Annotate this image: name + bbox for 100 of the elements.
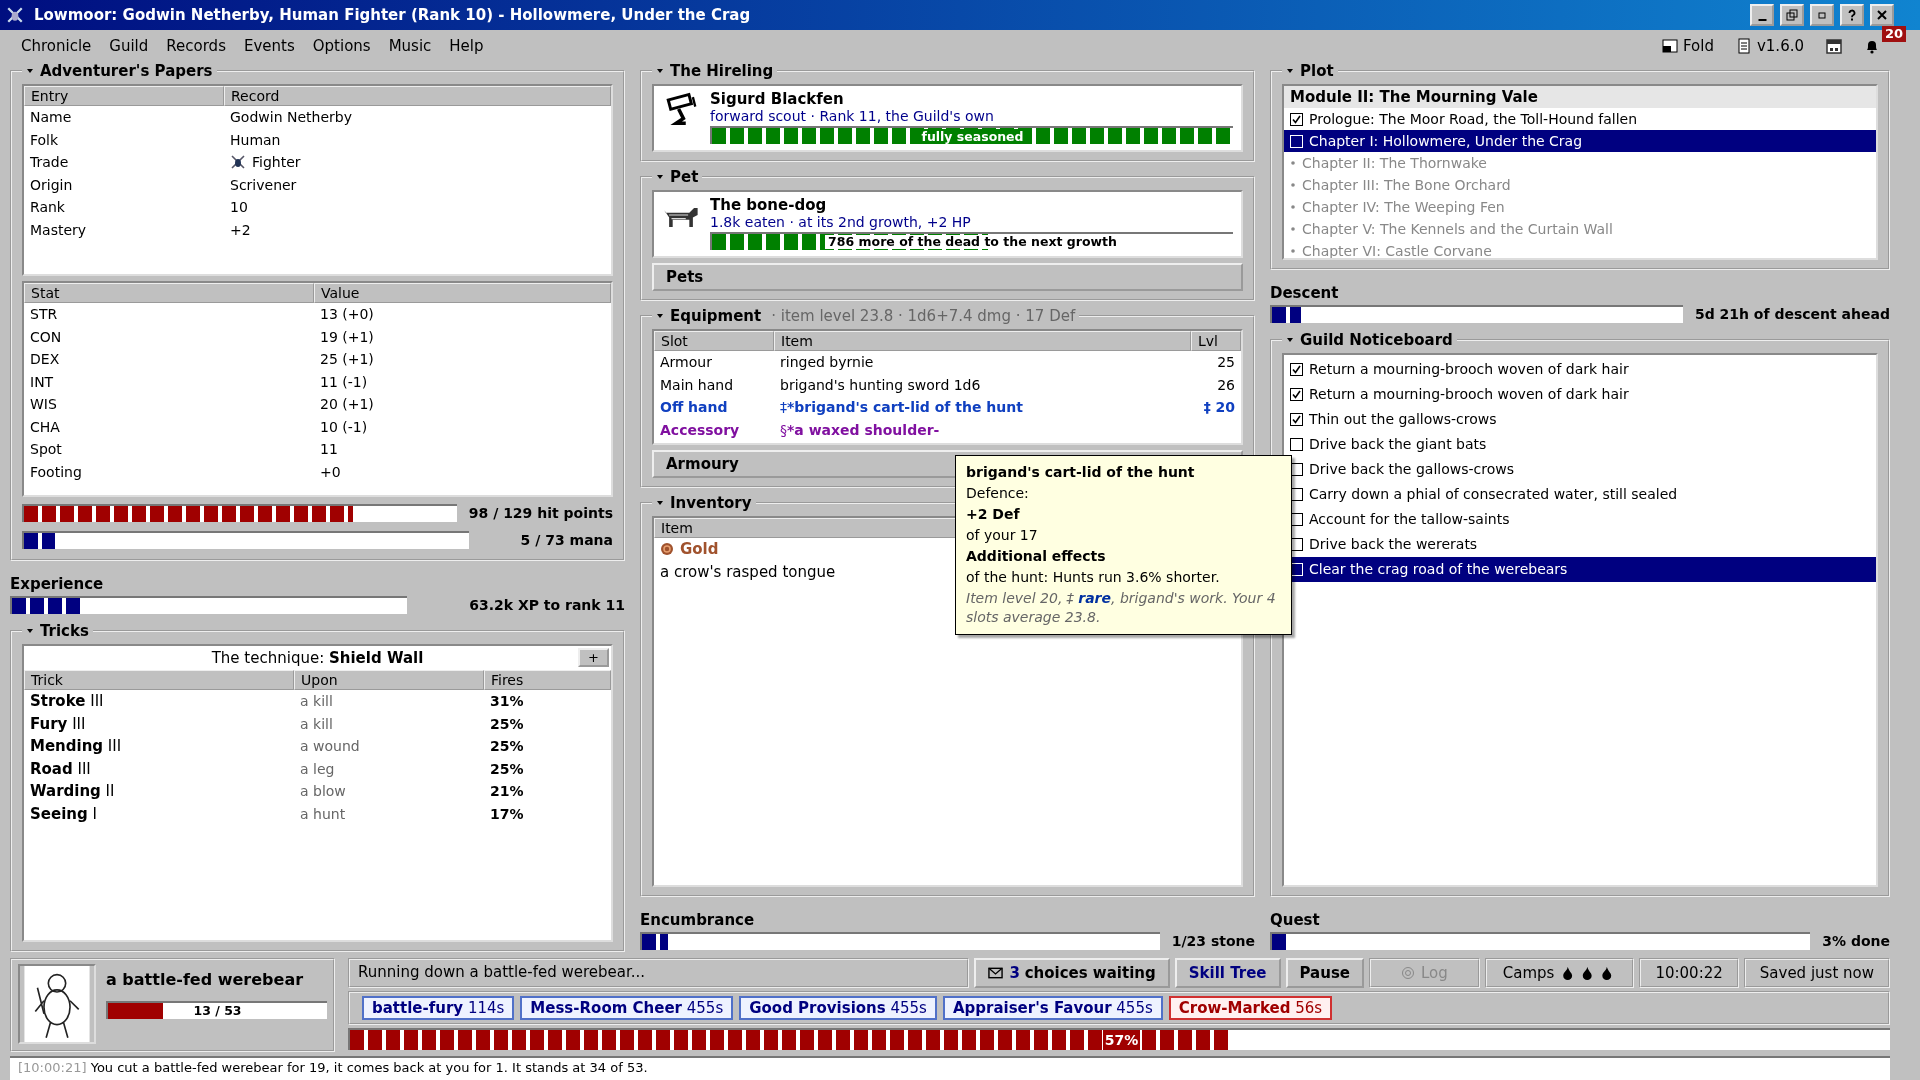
version-button[interactable]: v1.6.0 bbox=[1731, 37, 1808, 55]
chapter-item[interactable]: Chapter VI: Castle Corvane bbox=[1284, 240, 1876, 258]
progress-label: 57% bbox=[1102, 1030, 1141, 1050]
notice-item[interactable]: Thin out the gallows-crows bbox=[1284, 407, 1876, 432]
section-title: Inventory bbox=[670, 494, 752, 512]
tooltip-text: Additional effects bbox=[966, 547, 1107, 566]
menu-item[interactable]: Guild bbox=[100, 37, 158, 55]
column-header[interactable]: Lvl bbox=[1191, 331, 1241, 351]
save-status: Saved just now bbox=[1743, 958, 1890, 988]
table-cell-text: Road III bbox=[29, 758, 92, 780]
table-cell-text: CHA bbox=[29, 417, 61, 437]
column-header[interactable]: Record bbox=[224, 86, 611, 106]
maximize-button[interactable] bbox=[1810, 4, 1834, 26]
section-title: Plot bbox=[1300, 62, 1334, 80]
collapse-icon[interactable] bbox=[1286, 67, 1294, 75]
item-name: brigand's hunting sword 1d6 bbox=[779, 375, 982, 395]
table-cell-text: Warding II bbox=[29, 781, 116, 802]
collapse-icon[interactable] bbox=[26, 67, 34, 75]
notice-item[interactable]: Return a mourning-brooch woven of dark hair bbox=[1284, 357, 1876, 382]
table-cell-text: 26 bbox=[1216, 375, 1236, 395]
section-title: Experience bbox=[10, 575, 105, 593]
add-button[interactable]: + bbox=[578, 648, 609, 667]
fold-button[interactable]: Fold bbox=[1658, 37, 1718, 55]
checkbox[interactable] bbox=[1290, 413, 1303, 426]
table-cell-text: Trade bbox=[29, 153, 70, 172]
envelope-icon bbox=[988, 967, 1004, 979]
column-header[interactable]: Item bbox=[774, 331, 1191, 351]
notification-badge: 20 bbox=[1882, 26, 1907, 42]
document-icon bbox=[1735, 38, 1752, 54]
menu-item[interactable]: Music bbox=[379, 37, 441, 55]
table-cell-text: Rank bbox=[29, 198, 66, 217]
tooltip-text: Item level 20, ‡ rare, brigand's work. Your 4 slots average 23.8. bbox=[966, 589, 1277, 627]
status-button[interactable]: Skill Tree bbox=[1174, 958, 1281, 988]
collapse-icon[interactable] bbox=[1286, 336, 1294, 344]
section-title: Guild Noticeboard bbox=[1300, 331, 1453, 349]
menu-item[interactable]: Help bbox=[440, 37, 493, 55]
chapter-item[interactable]: Chapter IV: The Weeping Fen bbox=[1284, 196, 1876, 218]
section-title: Adventurer's Papers bbox=[40, 62, 213, 80]
menu-item[interactable]: Options bbox=[303, 37, 380, 55]
table-cell-text: 17% bbox=[489, 804, 525, 824]
table-cell-text: 21% bbox=[489, 782, 525, 801]
menu-item[interactable]: Events bbox=[234, 37, 304, 55]
hireling-name: Sigurd Blackfen bbox=[710, 90, 845, 108]
help-button[interactable] bbox=[1840, 4, 1864, 26]
descent-reading: 5d 21h of descent ahead bbox=[1694, 306, 1890, 322]
section-title: Quest bbox=[1270, 911, 1321, 929]
table-cell-text: Name bbox=[29, 108, 73, 127]
column-header[interactable]: Upon bbox=[294, 670, 484, 690]
table-cell-text: WIS bbox=[29, 395, 58, 414]
table-cell-text: a hunt bbox=[299, 804, 347, 824]
chapter-item[interactable]: Chapter III: The Bone Orchard bbox=[1284, 174, 1876, 196]
checkbox[interactable] bbox=[1290, 363, 1303, 376]
table-cell-text: 25 bbox=[1216, 353, 1236, 372]
checkbox[interactable] bbox=[1290, 438, 1303, 451]
column-header[interactable]: Slot bbox=[654, 331, 774, 351]
menu-item[interactable]: Records bbox=[157, 37, 235, 55]
collapse-icon[interactable] bbox=[656, 67, 664, 75]
table-cell-text: 11 (-1) bbox=[319, 372, 369, 392]
column-header[interactable]: Fires bbox=[484, 670, 611, 690]
column-header[interactable]: Stat bbox=[24, 283, 314, 303]
column-header[interactable]: Trick bbox=[24, 670, 294, 690]
table-cell-text: 10 (-1) bbox=[319, 417, 369, 437]
checkbox-icon bbox=[1290, 134, 1303, 148]
menu-item[interactable]: Chronicle bbox=[12, 37, 101, 55]
minimize-button[interactable] bbox=[1750, 4, 1774, 26]
chapter-item[interactable]: Prologue: The Moor Road, the Toll-Hound fallen bbox=[1284, 108, 1876, 130]
activity-field: Running down a battle-fed werebear... bbox=[348, 958, 970, 988]
chapter-item[interactable]: Chapter II: The Thornwake bbox=[1284, 152, 1876, 174]
crossed-swords-icon bbox=[230, 154, 246, 171]
chapter-item[interactable]: Chapter V: The Kennels and the Curtain Wall bbox=[1284, 218, 1876, 240]
buff-tag: Mess-Room Cheer 455s bbox=[520, 996, 734, 1020]
restore-button[interactable] bbox=[1780, 4, 1804, 26]
column-header[interactable]: Value bbox=[314, 283, 611, 303]
bullet-icon bbox=[1290, 182, 1296, 188]
close-button[interactable] bbox=[1870, 4, 1894, 26]
module-title: Module II: The Mourning Vale bbox=[1284, 86, 1876, 108]
column-header[interactable]: Entry bbox=[24, 86, 224, 106]
tooltip-text: Defence: bbox=[966, 484, 1030, 503]
collapse-icon[interactable] bbox=[656, 173, 664, 181]
item-name: §*a waxed shoulder- bbox=[779, 420, 941, 440]
table-cell-text: 25% bbox=[489, 759, 525, 779]
table-cell-text: 25% bbox=[489, 737, 525, 756]
collapse-icon[interactable] bbox=[26, 627, 34, 635]
status-button[interactable]: Pause bbox=[1285, 958, 1364, 988]
choices-button[interactable]: 3 choices waiting bbox=[974, 958, 1170, 988]
checkbox[interactable] bbox=[1290, 388, 1303, 401]
restore-icon bbox=[1785, 8, 1799, 22]
mana-reading: 5 / 73 mana bbox=[520, 532, 613, 548]
close-icon bbox=[1875, 8, 1889, 22]
hit-points-reading: 98 / 129 hit points bbox=[468, 505, 613, 521]
collapse-icon[interactable] bbox=[656, 312, 664, 320]
table-cell-text: Mending III bbox=[29, 736, 123, 757]
bullet-icon bbox=[1290, 204, 1296, 210]
notice-item[interactable]: Drive back the giant bats bbox=[1284, 432, 1876, 457]
technique-label: The technique: Shield Wall bbox=[211, 649, 424, 667]
pets-button[interactable]: Pets bbox=[652, 263, 1243, 291]
table-cell-text: 13 (+0) bbox=[319, 305, 375, 324]
chapter-item[interactable]: Chapter I: Hollowmere, Under the Crag bbox=[1284, 130, 1876, 152]
notice-item[interactable]: Return a mourning-brooch woven of dark hair bbox=[1284, 382, 1876, 407]
collapse-icon[interactable] bbox=[656, 499, 664, 507]
